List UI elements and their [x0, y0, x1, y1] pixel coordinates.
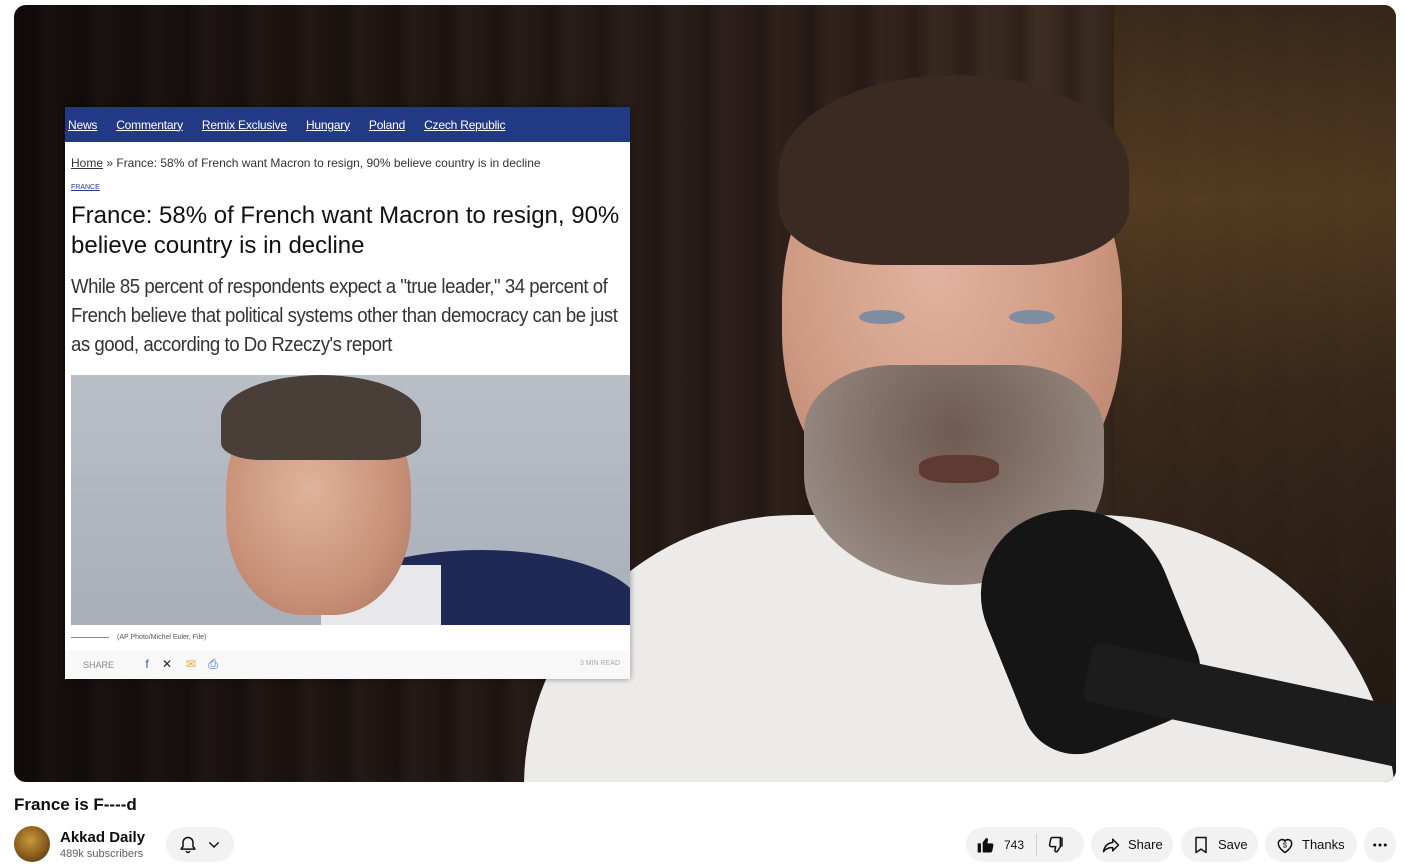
bookmark-icon — [1191, 835, 1211, 855]
subscriber-count: 489k subscribers — [60, 848, 144, 860]
notification-bell-button[interactable] — [166, 827, 234, 862]
share-arrow-icon — [1101, 835, 1121, 855]
article-share-bar: SHARE f ✕ ✉ ⎙ 3 MIN READ — [65, 651, 630, 679]
facebook-icon: f — [145, 657, 149, 671]
article-nav-bar: News Commentary Remix Exclusive Hungary … — [65, 107, 630, 142]
channel-name[interactable]: Akkad Daily — [60, 829, 145, 846]
video-player[interactable]: News Commentary Remix Exclusive Hungary … — [14, 5, 1396, 782]
article-nav-item: Hungary — [305, 117, 350, 132]
article-nav-item: Czech Republic — [424, 117, 506, 132]
like-dislike-group: 743 — [966, 827, 1084, 862]
more-horizontal-icon — [1371, 836, 1389, 854]
share-button[interactable]: Share — [1091, 827, 1173, 862]
read-time: 3 MIN READ — [579, 660, 620, 667]
thumbs-down-icon[interactable] — [1047, 835, 1067, 855]
article-nav-item: Poland — [368, 117, 406, 132]
presenter-mouth — [919, 455, 999, 483]
svg-text:$: $ — [1283, 840, 1288, 849]
thanks-label: Thanks — [1302, 837, 1345, 852]
photo-caption: (AP Photo/Michel Euler, File) — [71, 634, 206, 641]
print-icon: ⎙ — [208, 657, 218, 671]
breadcrumb-current: » France: 58% of French want Macron to r… — [103, 156, 541, 170]
thanks-dollar-icon: $ — [1275, 835, 1295, 855]
article-screenshot-overlay: News Commentary Remix Exclusive Hungary … — [65, 107, 630, 679]
presenter-eye-left — [859, 310, 905, 324]
share-label: Share — [1128, 837, 1163, 852]
breadcrumb-home: Home — [71, 156, 104, 170]
like-divider — [1036, 833, 1038, 856]
more-actions-button[interactable] — [1364, 827, 1396, 862]
article-nav-item: Remix Exclusive — [201, 117, 287, 132]
article-headline: France: 58% of French want Macron to res… — [71, 202, 620, 259]
photo-hair — [221, 375, 421, 460]
email-icon: ✉ — [185, 657, 197, 671]
presenter-eye-right — [1009, 310, 1055, 324]
article-nav-item: News — [68, 117, 98, 132]
article-photo — [71, 375, 630, 625]
bell-icon — [178, 835, 198, 855]
presenter — [524, 35, 1396, 782]
chevron-down-icon — [206, 837, 222, 853]
thumbs-up-icon[interactable] — [976, 835, 996, 855]
save-label: Save — [1218, 837, 1248, 852]
presenter-hair — [779, 75, 1129, 265]
article-category: FRANCE — [71, 184, 100, 191]
share-label: SHARE — [83, 660, 115, 670]
channel-avatar[interactable] — [14, 826, 50, 862]
save-button[interactable]: Save — [1181, 827, 1258, 862]
like-count[interactable]: 743 — [1004, 838, 1024, 852]
video-title: France is F----d — [14, 795, 137, 814]
x-icon: ✕ — [161, 657, 173, 671]
article-dek: While 85 percent of respondents expect a… — [71, 276, 618, 356]
breadcrumb: Home » France: 58% of French want Macron… — [71, 156, 630, 170]
thanks-button[interactable]: $ Thanks — [1265, 827, 1357, 862]
article-nav-item: Commentary — [116, 117, 183, 132]
